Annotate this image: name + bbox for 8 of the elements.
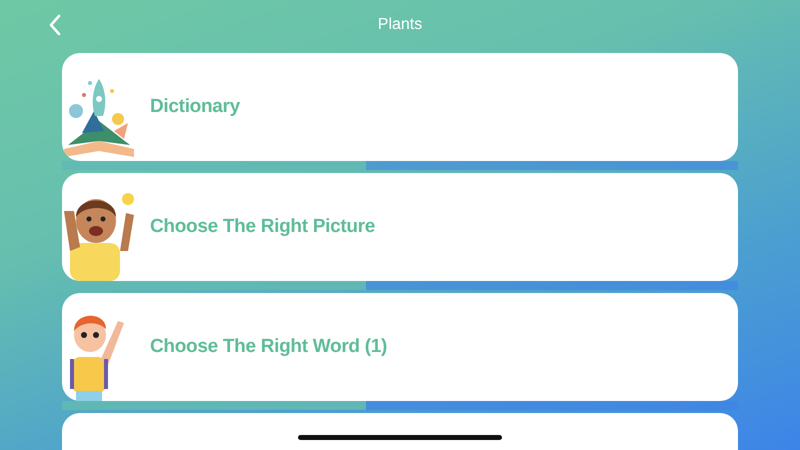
activity-card[interactable]: Choose The Right Word (1) — [62, 293, 738, 401]
activity-card[interactable]: Choose The Right Picture — [62, 173, 738, 281]
screen-title: Plants — [378, 16, 422, 34]
activity-title: Choose The Right Word (1) — [150, 336, 388, 358]
activity-title: Dictionary — [150, 96, 240, 118]
activity-card[interactable]: Dictionary — [62, 53, 738, 161]
back-chevron-icon — [48, 14, 62, 36]
activity-title: Choose The Right Picture — [150, 216, 376, 238]
